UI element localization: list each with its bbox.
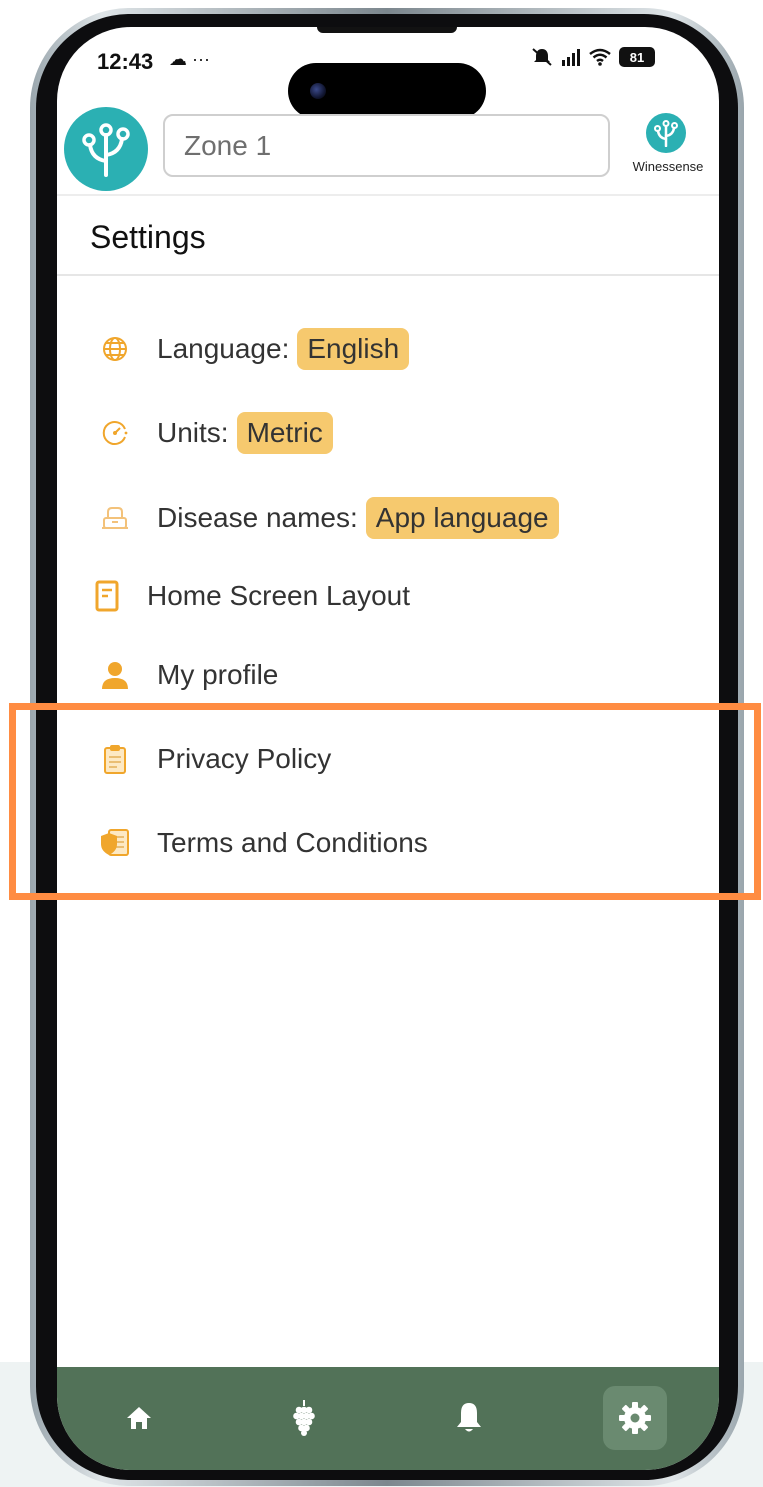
bell-icon — [457, 1403, 481, 1432]
disease-names-label: Disease names: — [157, 502, 358, 533]
brand-logo[interactable] — [646, 113, 686, 153]
disease-names-value-chip[interactable]: App language — [365, 497, 559, 539]
language-label: Language: — [157, 333, 290, 364]
speaker-grille — [317, 27, 457, 33]
app-logo[interactable] — [64, 107, 148, 191]
status-notifications: ☁ ··· — [169, 49, 210, 69]
header-divider — [57, 194, 719, 196]
user-icon — [95, 655, 135, 695]
gear-icon — [619, 1402, 651, 1434]
settings-item-language[interactable]: Language: English — [57, 321, 719, 377]
settings-item-my-profile[interactable]: My profile — [57, 647, 719, 703]
nav-alerts[interactable] — [437, 1386, 501, 1450]
language-value-chip[interactable]: English — [297, 328, 410, 370]
gauge-icon — [95, 413, 135, 453]
brand-label: Winessense — [632, 159, 704, 174]
zone-selector-input[interactable]: Zone 1 — [163, 114, 610, 177]
dynamic-island — [288, 63, 486, 119]
bottom-navigation — [57, 1367, 719, 1470]
settings-item-home-screen-layout[interactable]: Home Screen Layout — [57, 568, 719, 624]
settings-item-units[interactable]: Units: Metric — [57, 405, 719, 461]
title-divider — [57, 274, 719, 276]
nav-vineyard[interactable] — [272, 1386, 336, 1450]
grape-icon — [293, 1400, 315, 1436]
globe-icon — [95, 329, 135, 369]
units-label: Units: — [157, 417, 229, 448]
signal-icon — [562, 49, 580, 66]
page-title: Settings — [90, 219, 206, 255]
status-indicators: 81 — [531, 47, 655, 67]
nav-home[interactable] — [107, 1386, 171, 1450]
mute-icon — [532, 48, 552, 66]
microscope-icon — [95, 498, 135, 538]
tree-logo-icon — [654, 120, 678, 147]
nav-settings[interactable] — [603, 1386, 667, 1450]
layout-icon — [87, 576, 127, 616]
wifi-icon — [589, 48, 611, 66]
units-value-chip[interactable]: Metric — [236, 412, 333, 454]
battery-indicator: 81 — [619, 47, 655, 67]
front-camera — [310, 83, 326, 99]
home-icon — [127, 1407, 151, 1429]
status-time: 12:43 — [97, 49, 154, 74]
my-profile-label: My profile — [157, 659, 279, 690]
highlight-annotation — [9, 703, 761, 900]
tree-logo-icon — [82, 123, 130, 177]
settings-item-disease-names[interactable]: Disease names: App language — [57, 490, 719, 546]
home-screen-layout-label: Home Screen Layout — [147, 580, 411, 611]
